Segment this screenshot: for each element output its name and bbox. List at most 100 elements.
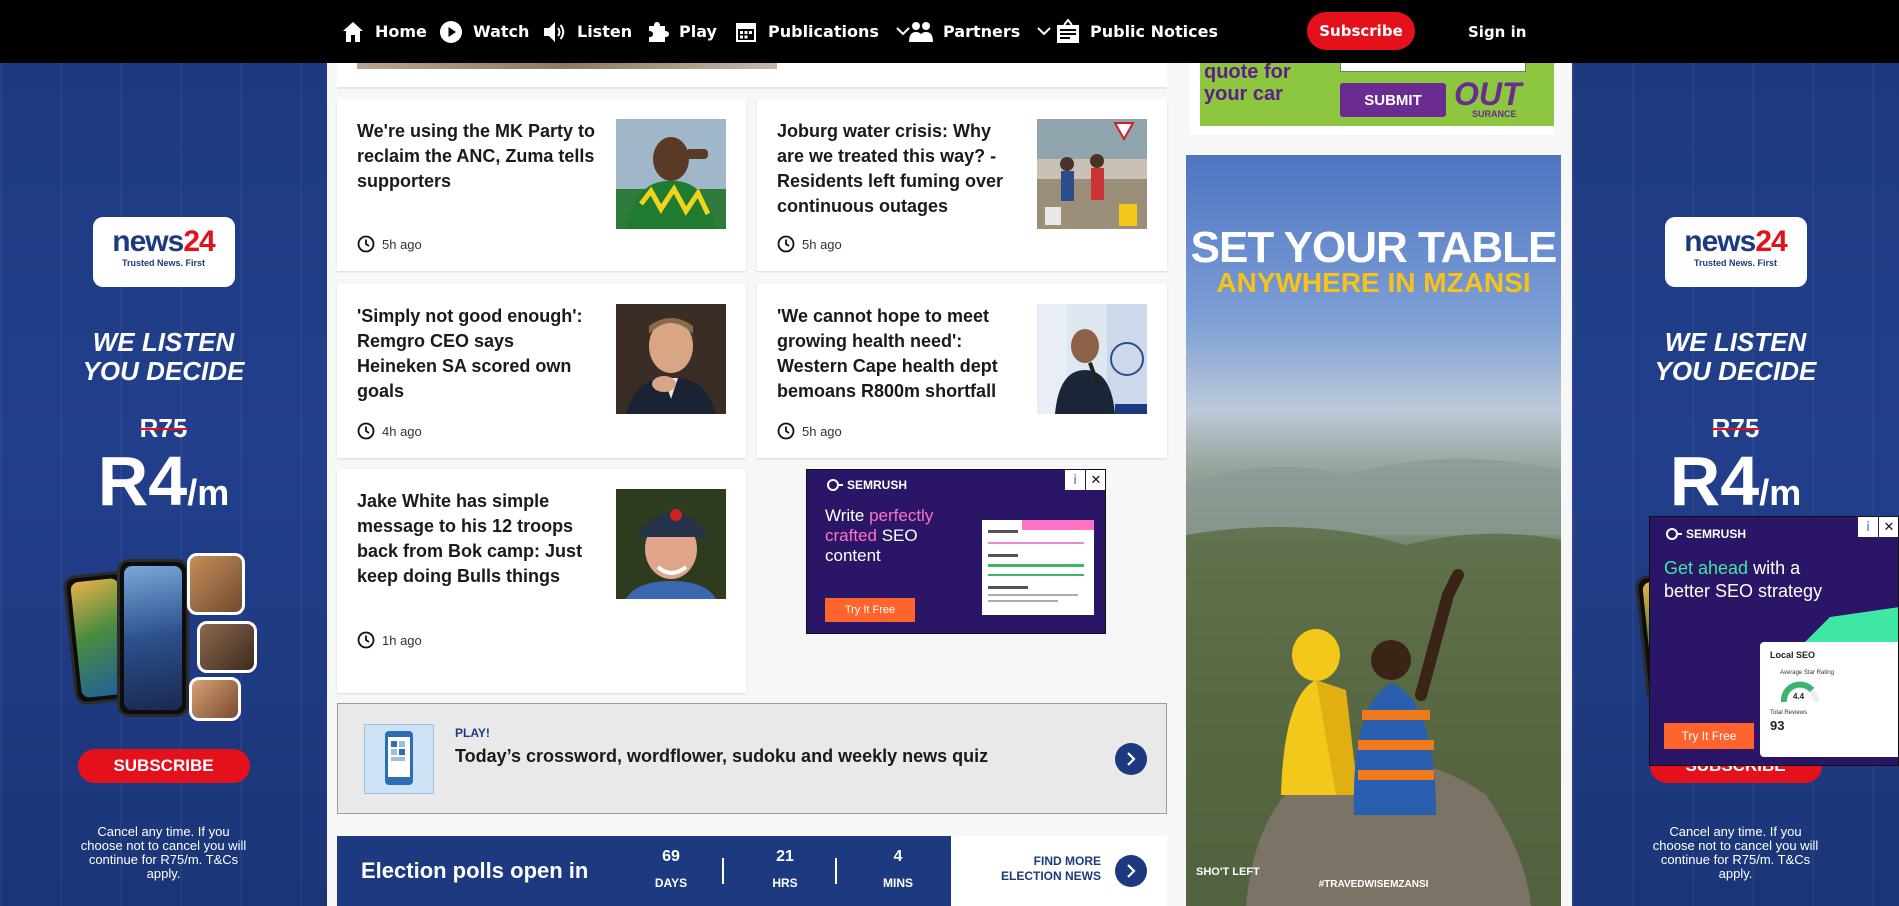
local-seo-panel: Local SEO Average Star Rating 4.4 Total … <box>1760 642 1898 757</box>
nav-watch[interactable]: Watch <box>438 0 529 63</box>
puzzle-phone-illustration <box>364 724 434 794</box>
article-timestamp: 1h ago <box>357 631 422 649</box>
nav-play[interactable]: Play <box>644 0 717 63</box>
article-card[interactable]: 'We cannot hope to meet growing health n… <box>757 284 1167 458</box>
article-card[interactable]: Joburg water crisis: Why are we treated … <box>757 99 1167 271</box>
shotleft-travel-ad[interactable]: SET YOUR TABLE ANYWHERE IN MZANSI #TRAVE… <box>1186 155 1561 906</box>
clock-icon <box>777 235 795 253</box>
ad-fine-print: Cancel any time. If you choose not to ca… <box>1652 824 1819 881</box>
find-more-link[interactable]: FIND MORE ELECTION NEWS <box>1001 854 1101 884</box>
ad-info-icon[interactable]: i <box>1065 470 1085 490</box>
notice-board-icon <box>1055 18 1081 45</box>
hours-value: 21 <box>776 848 794 865</box>
semrush-brand: SEMRUSH <box>1686 527 1747 541</box>
chevron-down-icon <box>1037 27 1052 36</box>
speaker-icon <box>542 19 568 45</box>
article-card[interactable]: 'Simply not good enough': Remgro CEO say… <box>337 284 746 458</box>
home-icon <box>340 19 366 45</box>
article-timestamp: 4h ago <box>357 422 422 440</box>
ad-tagline: WE LISTEN YOU DECIDE <box>0 328 327 386</box>
nav-listen[interactable]: Listen <box>542 0 632 63</box>
nav-publications[interactable]: Publications <box>733 0 910 63</box>
semrush-ad[interactable]: SEMRUSH i ✕ Write perfectly crafted SEO … <box>806 469 1106 634</box>
article-thumbnail[interactable] <box>1037 304 1147 414</box>
article-title[interactable]: Jake White has simple message to his 12 … <box>357 489 599 589</box>
nav-partners-label: Partners <box>943 22 1021 41</box>
sign-in-link[interactable]: Sign in <box>1468 0 1526 63</box>
nav-home-label: Home <box>375 22 427 41</box>
outsurance-submit-button[interactable]: SUBMIT <box>1340 83 1446 117</box>
old-price: R75 <box>139 413 188 443</box>
headline-part-1: Write <box>825 506 870 525</box>
subscribe-button[interactable]: Subscribe <box>1307 12 1415 50</box>
logo-text: news <box>112 225 184 258</box>
find-more-line-1: FIND MORE <box>1033 854 1101 868</box>
outsurance-ad[interactable]: quote for your car SUBMIT OUT SURANCE <box>1190 61 1554 135</box>
article-timestamp: 5h ago <box>777 422 842 440</box>
nav-home[interactable]: Home <box>340 0 427 63</box>
semrush-logo: SEMRUSH <box>825 478 907 492</box>
days-label: DAYS <box>654 876 688 890</box>
countdown-days: 69 DAYS <box>631 848 711 890</box>
article-thumbnail[interactable] <box>616 489 726 599</box>
tagline-line-2: YOU DECIDE <box>1654 356 1817 386</box>
logo-text: news <box>1684 225 1756 258</box>
article-timestamp: 5h ago <box>357 235 422 253</box>
shotleft-headline-1: SET YOUR TABLE <box>1190 223 1558 272</box>
article-card[interactable]: Jake White has simple message to his 12 … <box>337 469 746 693</box>
countdown-hours: 21 HRS <box>745 848 825 890</box>
left-subscription-ad[interactable]: news24 Trusted News. First WE LISTEN YOU… <box>0 63 327 906</box>
article-title[interactable]: 'We cannot hope to meet growing health n… <box>777 304 1019 404</box>
shotleft-hashtag: #TRAVEDWISEMZANSI <box>1318 879 1429 890</box>
nav-partners[interactable]: Partners <box>908 0 1052 63</box>
quote-input-field[interactable] <box>1340 63 1526 72</box>
article-title[interactable]: Joburg water crisis: Why are we treated … <box>777 119 1019 219</box>
ad-tagline: WE LISTEN YOU DECIDE <box>1572 328 1899 386</box>
right-subscription-ad[interactable]: news24 Trusted News. First WE LISTEN YOU… <box>1572 63 1899 906</box>
timestamp-text: 5h ago <box>382 236 422 252</box>
ad-close-icon[interactable]: ✕ <box>1086 470 1105 490</box>
rating-value: 4.4 <box>1793 692 1805 701</box>
timestamp-text: 4h ago <box>382 423 422 439</box>
price-period: /m <box>1759 472 1802 513</box>
article-title[interactable]: We're using the MK Party to reclaim the … <box>357 119 599 194</box>
article-thumbnail[interactable] <box>1037 119 1147 229</box>
play-arrow-button[interactable] <box>1115 743 1147 775</box>
play-games-banner[interactable]: PLAY! Today’s crossword, wordflower, sud… <box>337 703 1167 814</box>
timestamp-text: 5h ago <box>802 423 842 439</box>
timestamp-text: 5h ago <box>802 236 842 252</box>
election-countdown-panel: Election polls open in 69 DAYS 21 HRS 4 … <box>337 836 951 906</box>
semrush-headline: Get ahead with a better SEO strategy <box>1664 557 1824 603</box>
ad-subscribe-button[interactable]: SUBSCRIBE <box>77 749 250 783</box>
price-value: R4 <box>1669 442 1760 520</box>
try-it-free-button[interactable]: Try It Free <box>825 598 915 622</box>
top-navigation: Home Watch Listen Play Publications Part… <box>0 0 1899 63</box>
reviews-value: 93 <box>1770 718 1785 733</box>
minutes-value: 4 <box>893 848 903 865</box>
tagline-line-1: WE LISTEN <box>92 327 235 357</box>
ad-info-icon[interactable]: i <box>1858 517 1878 537</box>
ad-fine-print: Cancel any time. If you choose not to ca… <box>80 824 247 881</box>
try-it-free-button[interactable]: Try It Free <box>1664 723 1754 749</box>
semrush-flame-icon <box>1666 528 1682 540</box>
semrush-overlay-ad[interactable]: SEMRUSH i ✕ Get ahead with a better SEO … <box>1649 516 1899 766</box>
logo-tagline: Trusted News. First <box>1693 258 1778 268</box>
nav-publications-label: Publications <box>768 22 879 41</box>
semrush-logo: SEMRUSH <box>1664 527 1746 541</box>
puzzle-icon <box>644 19 670 45</box>
play-description[interactable]: Today’s crossword, wordflower, sudoku an… <box>455 746 988 767</box>
article-title[interactable]: 'Simply not good enough': Remgro CEO say… <box>357 304 599 404</box>
clock-icon <box>357 422 375 440</box>
article-thumbnail[interactable] <box>616 119 726 229</box>
article-thumbnail[interactable] <box>616 304 726 414</box>
ad-close-icon[interactable]: ✕ <box>1879 517 1898 537</box>
election-arrow-button[interactable] <box>1115 855 1147 887</box>
article-card[interactable]: We're using the MK Party to reclaim the … <box>337 99 746 271</box>
election-countdown[interactable]: Election polls open in 69 DAYS 21 HRS 4 … <box>337 836 1167 906</box>
find-more-election-news[interactable]: FIND MORE ELECTION NEWS <box>951 836 1167 906</box>
news24-logo: news24 Trusted News. First <box>92 217 235 287</box>
nav-public-notices[interactable]: Public Notices <box>1055 0 1218 63</box>
logo-num: 24 <box>1755 225 1787 258</box>
shotleft-headline-2: ANYWHERE IN MZANSI <box>1216 267 1531 298</box>
outsurance-headline: quote for your car <box>1204 61 1291 105</box>
